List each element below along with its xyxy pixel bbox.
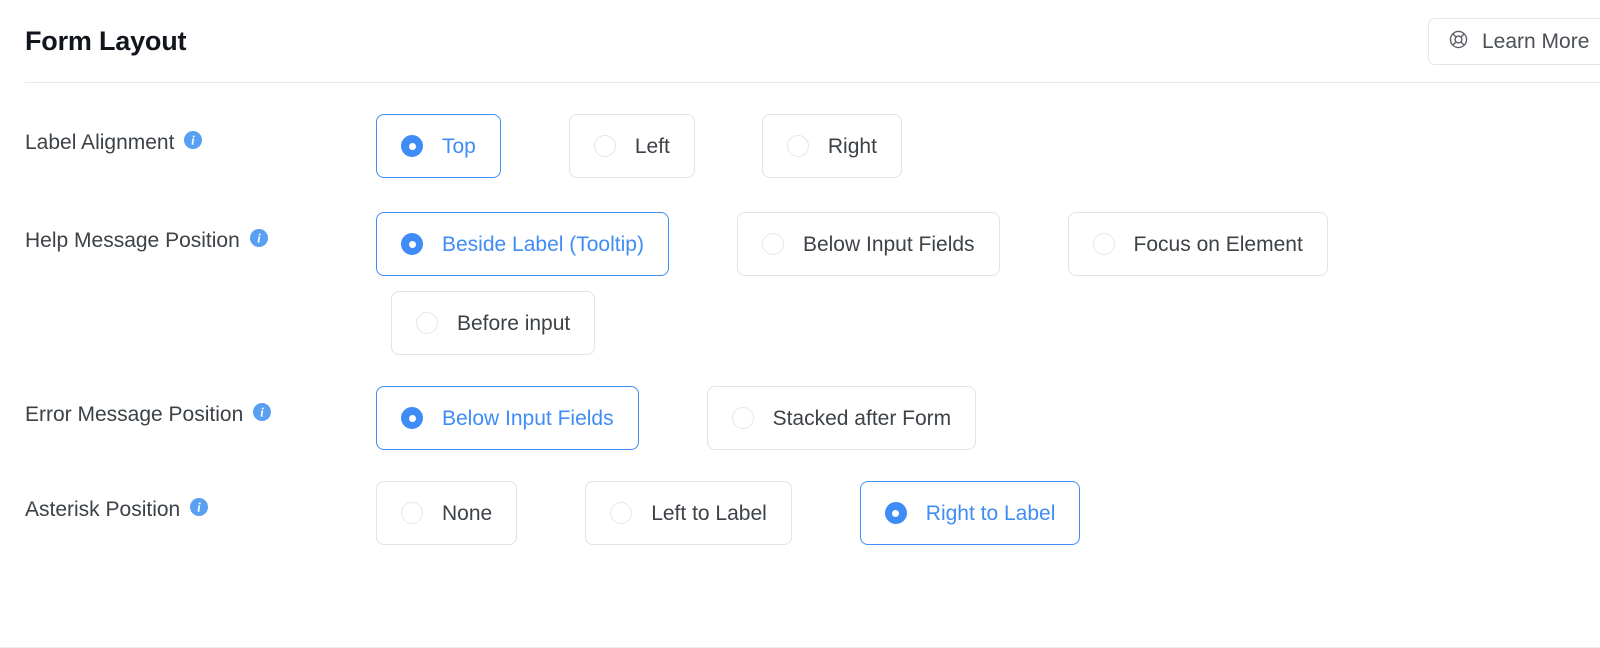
info-icon[interactable]: i xyxy=(183,130,203,155)
radio-option-label: Beside Label (Tooltip) xyxy=(442,232,644,256)
radio-option-label: None xyxy=(442,501,493,525)
settings-row: Label Alignment i Top Left Right xyxy=(0,83,1600,178)
radio-option[interactable]: Focus on Element xyxy=(1067,212,1328,276)
form-layout-panel: Form Layout Learn More Label Alignment i… xyxy=(0,0,1600,648)
row-label-cell: Asterisk Position i xyxy=(25,481,376,522)
options-group: Top Left Right xyxy=(376,114,902,178)
radio-option-label: Right to Label xyxy=(925,501,1056,525)
life-buoy-icon xyxy=(1448,29,1469,55)
radio-option[interactable]: Right xyxy=(761,114,902,178)
radio-option[interactable]: Left xyxy=(568,114,695,178)
info-icon[interactable]: i xyxy=(252,402,272,427)
radio-option[interactable]: Top xyxy=(376,114,501,178)
radio-option-label: Below Input Fields xyxy=(802,232,975,256)
radio-option[interactable]: Below Input Fields xyxy=(736,212,1000,276)
radio-selected-icon xyxy=(401,233,423,255)
svg-text:i: i xyxy=(261,406,265,420)
learn-more-button[interactable]: Learn More xyxy=(1428,18,1600,65)
learn-more-label: Learn More xyxy=(1482,30,1590,53)
radio-option[interactable]: Before input xyxy=(391,291,596,355)
radio-unselected-icon xyxy=(593,135,616,157)
settings-rows: Label Alignment i Top Left Right Help Messa… xyxy=(0,83,1600,545)
header-divider xyxy=(25,82,1600,83)
row-label: Help Message Position xyxy=(25,229,240,252)
options-group: Beside Label (Tooltip) Below Input Fields… xyxy=(376,212,1547,355)
row-label: Error Message Position xyxy=(25,403,244,426)
radio-unselected-icon xyxy=(731,407,754,429)
row-label-cell: Label Alignment i xyxy=(25,114,376,155)
options-group: None Left to Label Right to Label xyxy=(376,481,1081,545)
radio-option-label: Top xyxy=(442,134,476,158)
radio-option[interactable]: Beside Label (Tooltip) xyxy=(376,212,669,276)
settings-row: Help Message Position i Beside Label (To… xyxy=(0,178,1600,355)
options-group: Below Input Fields Stacked after Form xyxy=(376,386,977,450)
radio-option-label: Left to Label xyxy=(651,501,767,525)
radio-unselected-icon xyxy=(610,502,633,524)
info-icon[interactable]: i xyxy=(249,228,269,253)
radio-option[interactable]: Left to Label xyxy=(585,481,792,545)
radio-selected-icon xyxy=(401,135,423,157)
radio-option-label: Left xyxy=(634,134,670,158)
radio-option-label: Right xyxy=(827,134,877,158)
radio-selected-icon xyxy=(401,407,423,429)
radio-option-label: Below Input Fields xyxy=(442,406,614,430)
info-icon[interactable]: i xyxy=(189,497,209,522)
radio-option[interactable]: Stacked after Form xyxy=(706,386,977,450)
radio-selected-icon xyxy=(884,502,907,524)
radio-option[interactable]: Right to Label xyxy=(859,481,1081,545)
radio-unselected-icon xyxy=(1092,233,1115,255)
svg-text:i: i xyxy=(257,232,261,246)
radio-option[interactable]: None xyxy=(376,481,518,545)
radio-unselected-icon xyxy=(416,312,438,334)
radio-option-label: Stacked after Form xyxy=(772,406,952,430)
panel-header: Form Layout Learn More xyxy=(0,0,1600,83)
radio-unselected-icon xyxy=(401,502,423,524)
row-label-cell: Help Message Position i xyxy=(25,212,376,253)
svg-text:i: i xyxy=(192,134,196,148)
radio-option[interactable]: Below Input Fields xyxy=(376,386,639,450)
svg-text:i: i xyxy=(197,501,201,515)
page-title: Form Layout xyxy=(25,26,187,56)
row-label: Label Alignment xyxy=(25,131,175,154)
radio-unselected-icon xyxy=(786,135,809,157)
radio-unselected-icon xyxy=(761,233,784,255)
radio-option-label: Before input xyxy=(457,311,571,335)
row-label-cell: Error Message Position i xyxy=(25,386,376,427)
settings-row: Asterisk Position i None Left to Label Rig… xyxy=(0,450,1600,545)
radio-option-label: Focus on Element xyxy=(1133,232,1303,256)
row-label: Asterisk Position xyxy=(25,498,181,521)
settings-row: Error Message Position i Below Input Fie… xyxy=(0,355,1600,450)
